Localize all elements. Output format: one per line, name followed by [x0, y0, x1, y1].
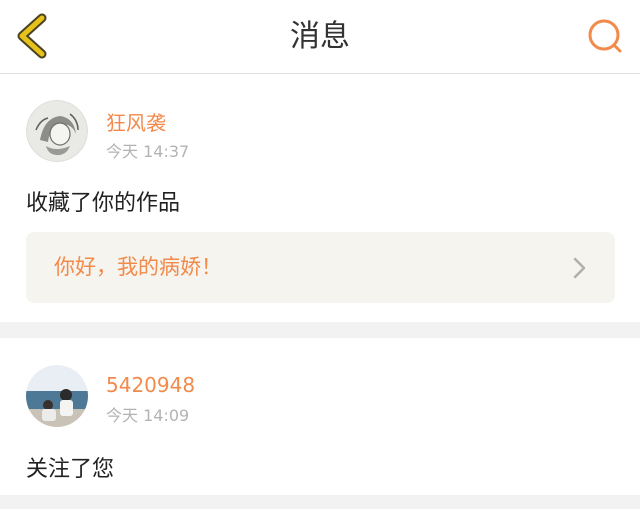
chevron-left-icon [17, 13, 47, 59]
search-button[interactable] [584, 16, 626, 58]
back-button[interactable] [14, 12, 54, 60]
search-icon [588, 19, 622, 53]
message-text: 收藏了你的作品 [26, 191, 181, 216]
message-text: 关注了您 [26, 457, 115, 482]
work-link[interactable]: 你好，我的病娇！ [26, 232, 615, 303]
message-item: 5420948 今天 14:09 关注了您 [0, 338, 640, 495]
username[interactable]: 狂风袭 [106, 107, 166, 136]
message-item: 狂风袭 今天 14:37 收藏了你的作品 你好，我的病娇！ [0, 74, 640, 322]
timestamp: 今天 14:09 [106, 406, 190, 425]
work-title: 你好，我的病娇！ [54, 255, 222, 279]
chevron-right-icon [573, 257, 586, 279]
timestamp: 今天 14:37 [106, 142, 190, 161]
top-bar: 消息 [0, 0, 640, 74]
username[interactable]: 5420948 [106, 373, 195, 397]
avatar[interactable] [26, 100, 88, 162]
avatar[interactable] [26, 365, 88, 427]
page-title: 消息 [290, 19, 350, 54]
